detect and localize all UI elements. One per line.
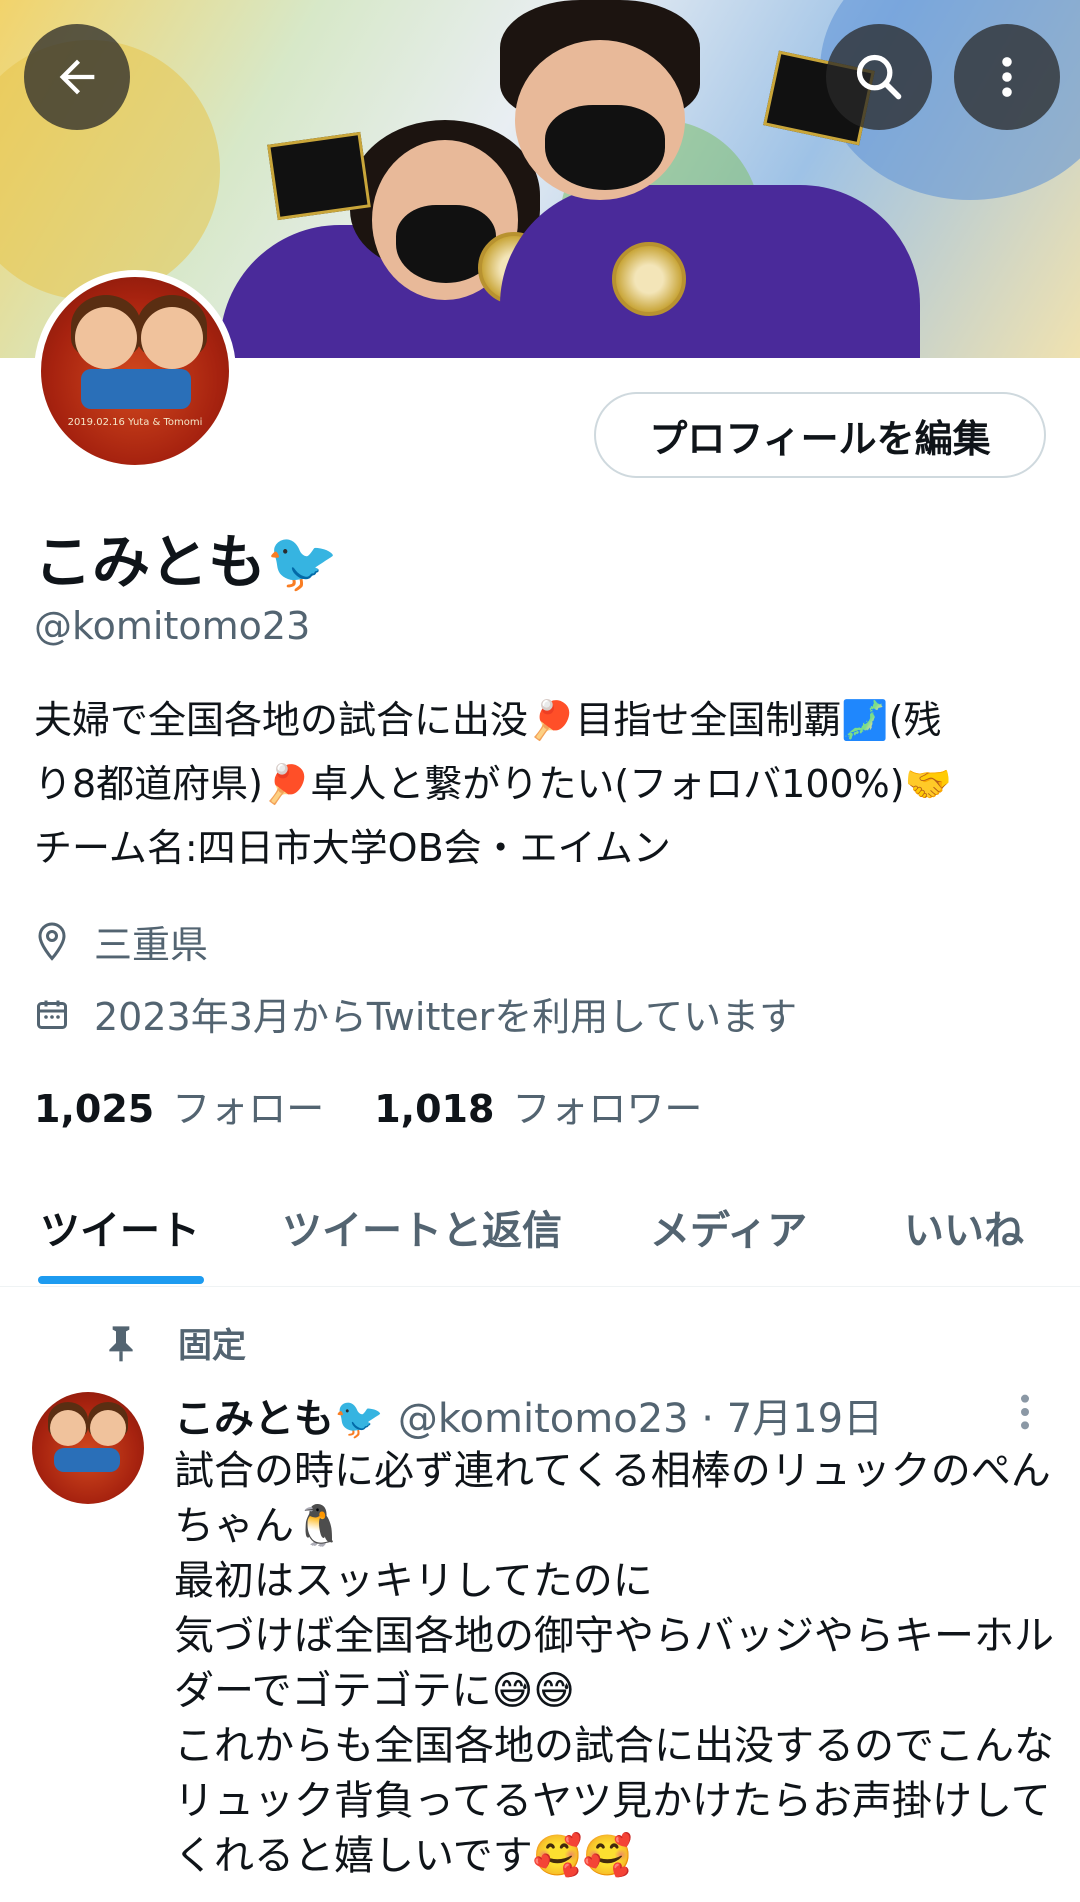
face-mask	[545, 105, 665, 190]
profile-joined: 2023年3月からTwitterを利用しています	[34, 986, 797, 1041]
tweet-more-button[interactable]	[1018, 1392, 1032, 1436]
avatar-doll	[141, 307, 203, 369]
bio-line: り8都道府県)🏓卓人と繋がりたい(フォロバ100%)🤝	[34, 762, 952, 806]
pinned-indicator: 固定	[104, 1318, 246, 1367]
followers-count: 1,018	[374, 1087, 495, 1131]
tweet-avatar[interactable]	[32, 1392, 144, 1504]
location-pin-icon	[38, 921, 66, 961]
tab-tweets[interactable]: ツイート	[40, 1198, 200, 1256]
bio-line: チーム名:四日市大学OB会・エイムン	[34, 826, 671, 870]
calendar-icon	[37, 1000, 67, 1029]
profile-location: 三重県	[34, 914, 208, 969]
person-shirt	[500, 185, 920, 358]
tab-tweets-replies[interactable]: ツイートと返信	[282, 1198, 562, 1256]
followers-link[interactable]: 1,018 フォロワー	[374, 1078, 702, 1133]
tweet-meta: @komitomo23 · 7月19日	[397, 1396, 884, 1442]
search-icon	[856, 54, 902, 100]
search-button[interactable]	[826, 24, 932, 130]
avatar-table	[54, 1448, 120, 1472]
tweet-author-name[interactable]: こみとも🐦	[174, 1386, 384, 1444]
profile-name: こみとも🐦	[34, 528, 339, 596]
avatar-doll	[90, 1410, 126, 1446]
tweet-text: 試合の時に必ず連れてくる相棒のリュックのぺんちゃん🐧 最初はスッキリしてたのに …	[174, 1448, 1054, 1879]
location-text: 三重県	[94, 923, 209, 967]
more-vertical-icon	[1002, 57, 1012, 97]
followers-label: フォロワー	[512, 1087, 703, 1131]
profile-bio: 夫婦で全国各地の試合に出没🏓目指せ全国制覇🗾(残 り8都道府県)🏓卓人と繋がりた…	[34, 688, 1044, 880]
profile-tabs: ツイート ツイートと返信 メディア いいね	[0, 1172, 1080, 1287]
following-count: 1,025	[34, 1087, 155, 1131]
back-button[interactable]	[24, 24, 130, 130]
arrow-left-icon	[59, 59, 95, 95]
joined-text: 2023年3月からTwitterを利用しています	[94, 995, 798, 1039]
tweet-header: こみとも🐦 @komitomo23 · 7月19日	[174, 1386, 883, 1444]
avatar-table	[81, 369, 191, 409]
more-vertical-icon	[1021, 1394, 1029, 1430]
medal	[612, 242, 686, 316]
edit-profile-button[interactable]: プロフィールを編集	[594, 392, 1046, 478]
gift-box	[267, 131, 371, 221]
following-label: フォロー	[172, 1087, 325, 1131]
avatar-doll	[75, 307, 137, 369]
tab-likes[interactable]: いいね	[904, 1198, 1024, 1256]
more-button[interactable]	[954, 24, 1060, 130]
profile-handle: @komitomo23	[34, 604, 311, 648]
following-link[interactable]: 1,025 フォロー	[34, 1078, 324, 1133]
pinned-label: 固定	[178, 1326, 246, 1366]
active-tab-indicator	[38, 1276, 204, 1284]
bio-line: 夫婦で全国各地の試合に出没🏓目指せ全国制覇🗾(残	[34, 698, 942, 742]
tab-media[interactable]: メディア	[650, 1198, 807, 1256]
avatar-caption: 2019.02.16 Yuta & Tomomi	[67, 417, 203, 428]
avatar-doll	[50, 1410, 86, 1446]
pin-icon	[109, 1325, 133, 1361]
profile-avatar[interactable]: 2019.02.16 Yuta & Tomomi	[34, 270, 236, 472]
profile-stats: 1,025 フォロー 1,018 フォロワー	[34, 1078, 702, 1133]
